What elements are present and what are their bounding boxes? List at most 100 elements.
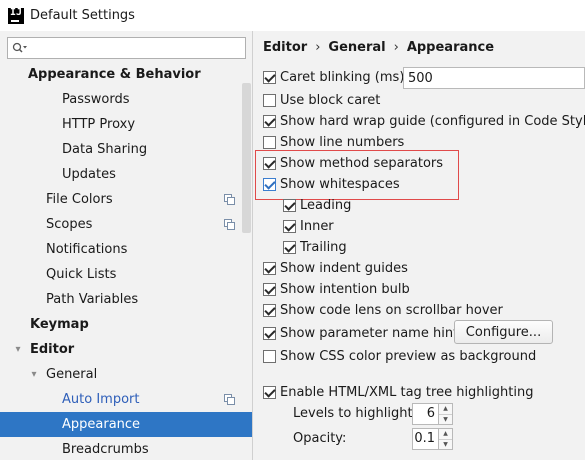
trailing-option[interactable]: Trailing <box>283 237 347 258</box>
tree-item-label: General <box>46 367 98 382</box>
tree-item-editor[interactable]: ▾ Editor <box>0 337 252 362</box>
levels-spinner[interactable]: 6 ▲ ▼ <box>412 403 453 425</box>
window-title: Default Settings <box>30 8 135 23</box>
tag-tree-label: Enable HTML/XML tag tree highlighting <box>280 385 534 400</box>
tree-item-label: File Colors <box>46 192 113 207</box>
tree-item-label: Keymap <box>30 317 89 332</box>
opacity-value[interactable]: 0.1 <box>412 428 439 450</box>
tree-item-scopes[interactable]: Scopes <box>0 212 252 237</box>
configure-button[interactable]: Configure... <box>454 320 553 344</box>
title-bar: IJ Default Settings <box>0 0 585 31</box>
tag-tree-option[interactable]: Enable HTML/XML tag tree highlighting <box>263 382 533 403</box>
tree-item-label: Editor <box>30 342 75 357</box>
tag-tree-checkbox[interactable] <box>263 386 276 399</box>
code-lens-checkbox[interactable] <box>263 304 276 317</box>
opacity-spinner[interactable]: 0.1 ▲ ▼ <box>412 428 453 450</box>
caret-blinking-option[interactable]: Caret blinking (ms): <box>263 67 409 88</box>
hard-wrap-option[interactable]: Show hard wrap guide (configured in Code… <box>263 111 585 132</box>
breadcrumb-general: General <box>328 40 386 55</box>
inner-checkbox[interactable] <box>283 220 296 233</box>
sidebar-scrollbar[interactable] <box>242 83 251 233</box>
tree-item-auto-import[interactable]: Auto Import <box>0 387 252 412</box>
whitespaces-checkbox[interactable] <box>263 178 276 191</box>
tree-item-label: Auto Import <box>62 392 140 407</box>
tree-item-appearance-behavior[interactable]: Appearance & Behavior <box>0 62 252 87</box>
method-separators-checkbox[interactable] <box>263 157 276 170</box>
method-separators-option[interactable]: Show method separators <box>263 153 443 174</box>
spinner-up-icon[interactable]: ▲ <box>439 404 452 415</box>
tree-item-label: Data Sharing <box>62 142 148 157</box>
leading-checkbox[interactable] <box>283 199 296 212</box>
opacity-label: Opacity: <box>293 431 347 446</box>
copy-icon <box>224 219 235 230</box>
intention-bulb-label: Show intention bulb <box>280 282 410 297</box>
block-caret-label: Use block caret <box>280 93 381 108</box>
tree-item-path-variables[interactable]: Path Variables <box>0 287 252 312</box>
block-caret-option[interactable]: Use block caret <box>263 90 380 111</box>
intellij-app-icon: IJ <box>8 7 24 24</box>
spinner-down-icon[interactable]: ▼ <box>439 415 452 425</box>
settings-tree: Appearance & Behavior Passwords HTTP Pro… <box>0 62 252 460</box>
intention-bulb-checkbox[interactable] <box>263 283 276 296</box>
tree-item-label: Notifications <box>46 242 128 257</box>
indent-guides-option[interactable]: Show indent guides <box>263 258 408 279</box>
caret-blinking-input[interactable]: 500 <box>403 67 585 89</box>
settings-search-box[interactable] <box>7 37 246 59</box>
spinner-up-icon[interactable]: ▲ <box>439 429 452 440</box>
tree-item-label: HTTP Proxy <box>62 117 136 132</box>
appearance-panel: Editor › General › Appearance Caret blinking… <box>254 31 585 460</box>
settings-sidebar: Appearance & Behavior Passwords HTTP Pro… <box>0 31 253 460</box>
settings-window: IJ Default Settings Appearance & Behavio… <box>0 0 585 460</box>
tree-item-quick-lists[interactable]: Quick Lists <box>0 262 252 287</box>
tree-item-passwords[interactable]: Passwords <box>0 87 252 112</box>
indent-guides-label: Show indent guides <box>280 261 408 276</box>
css-color-checkbox[interactable] <box>263 350 276 363</box>
levels-label: Levels to highlight: <box>293 406 417 421</box>
leading-label: Leading <box>300 198 352 213</box>
indent-guides-checkbox[interactable] <box>263 262 276 275</box>
caret-blinking-checkbox[interactable] <box>263 71 276 84</box>
breadcrumb: Editor › General › Appearance <box>263 40 494 55</box>
tree-item-appearance[interactable]: Appearance <box>0 412 252 437</box>
search-input[interactable] <box>32 39 245 57</box>
whitespaces-label: Show whitespaces <box>280 177 400 192</box>
css-color-option[interactable]: Show CSS color preview as background <box>263 346 536 367</box>
tree-item-breadcrumbs[interactable]: Breadcrumbs <box>0 437 252 460</box>
chevron-down-icon[interactable]: ▾ <box>28 362 40 387</box>
spinner-arrows: ▲ ▼ <box>439 403 453 425</box>
tree-item-notifications[interactable]: Notifications <box>0 237 252 262</box>
chevron-down-icon[interactable]: ▾ <box>12 337 24 362</box>
css-color-label: Show CSS color preview as background <box>280 349 537 364</box>
copy-icon <box>224 194 235 205</box>
tree-item-general[interactable]: ▾ General <box>0 362 252 387</box>
copy-icon <box>224 394 235 405</box>
inner-option[interactable]: Inner <box>283 216 334 237</box>
hard-wrap-checkbox[interactable] <box>263 115 276 128</box>
tree-item-label: Scopes <box>46 217 93 232</box>
levels-value[interactable]: 6 <box>412 403 439 425</box>
line-numbers-checkbox[interactable] <box>263 136 276 149</box>
tree-item-updates[interactable]: Updates <box>0 162 252 187</box>
breadcrumb-editor: Editor <box>263 40 308 55</box>
breadcrumb-separator: › <box>315 40 321 55</box>
tree-item-label: Path Variables <box>46 292 139 307</box>
trailing-checkbox[interactable] <box>283 241 296 254</box>
tree-item-label: Breadcrumbs <box>62 442 149 457</box>
param-hints-option[interactable]: Show parameter name hints <box>263 323 465 344</box>
method-separators-label: Show method separators <box>280 156 444 171</box>
leading-option[interactable]: Leading <box>283 195 351 216</box>
breadcrumb-appearance: Appearance <box>406 40 495 55</box>
spinner-down-icon[interactable]: ▼ <box>439 440 452 450</box>
tree-item-keymap[interactable]: Keymap <box>0 312 252 337</box>
search-icon[interactable] <box>8 38 32 58</box>
spinner-arrows: ▲ ▼ <box>439 428 453 450</box>
block-caret-checkbox[interactable] <box>263 94 276 107</box>
param-hints-checkbox[interactable] <box>263 327 276 340</box>
tree-item-http-proxy[interactable]: HTTP Proxy <box>0 112 252 137</box>
whitespaces-option[interactable]: Show whitespaces <box>263 174 400 195</box>
code-lens-option[interactable]: Show code lens on scrollbar hover <box>263 300 503 321</box>
line-numbers-label: Show line numbers <box>280 135 405 150</box>
intention-bulb-option[interactable]: Show intention bulb <box>263 279 410 300</box>
tree-item-file-colors[interactable]: File Colors <box>0 187 252 212</box>
tree-item-data-sharing[interactable]: Data Sharing <box>0 137 252 162</box>
